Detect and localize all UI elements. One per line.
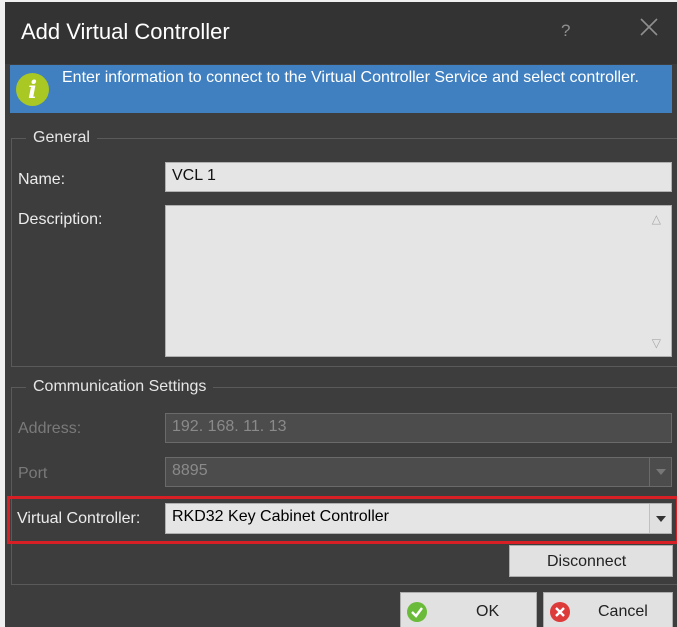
description-textarea[interactable]: △ ▽ [165, 205, 672, 357]
info-banner: i Enter information to connect to the Vi… [10, 65, 672, 113]
communication-group-title: Communication Settings [26, 377, 214, 397]
virtual-controller-value: RKD32 Key Cabinet Controller [172, 508, 389, 525]
ok-label: OK [476, 603, 500, 620]
help-button[interactable]: ? [561, 21, 570, 41]
chevron-down-icon[interactable] [649, 504, 671, 533]
info-icon: i [16, 73, 49, 106]
title-bar: Add Virtual Controller ? [5, 2, 677, 64]
virtual-controller-label: Virtual Controller: [17, 510, 141, 527]
dialog-title: Add Virtual Controller [21, 19, 230, 44]
chevron-down-icon [649, 458, 671, 486]
description-label: Description: [18, 211, 103, 228]
port-label: Port [18, 465, 48, 482]
add-virtual-controller-dialog: Add Virtual Controller ? i Enter informa… [5, 2, 677, 627]
info-text: Enter information to connect to the Virt… [62, 69, 639, 86]
disconnect-button[interactable]: Disconnect [509, 545, 673, 577]
cancel-label: Cancel [598, 603, 648, 620]
cancel-x-icon [550, 602, 570, 622]
name-input[interactable]: VCL 1 [165, 162, 672, 192]
virtual-controller-dropdown[interactable]: RKD32 Key Cabinet Controller [165, 503, 672, 534]
scroll-down-icon[interactable]: ▽ [652, 336, 661, 350]
ok-button[interactable]: OK [400, 592, 537, 627]
port-value: 8895 [172, 462, 208, 479]
close-icon[interactable] [639, 17, 659, 37]
name-label: Name: [18, 171, 66, 188]
address-label: Address: [18, 420, 82, 437]
checkmark-icon [407, 602, 427, 622]
port-dropdown: 8895 [165, 457, 672, 487]
disconnect-label: Disconnect [547, 553, 627, 570]
address-input: 192. 168. 11. 13 [165, 413, 672, 443]
scroll-up-icon[interactable]: △ [652, 212, 661, 226]
cancel-button[interactable]: Cancel [543, 592, 673, 627]
general-group-title: General [26, 128, 97, 148]
